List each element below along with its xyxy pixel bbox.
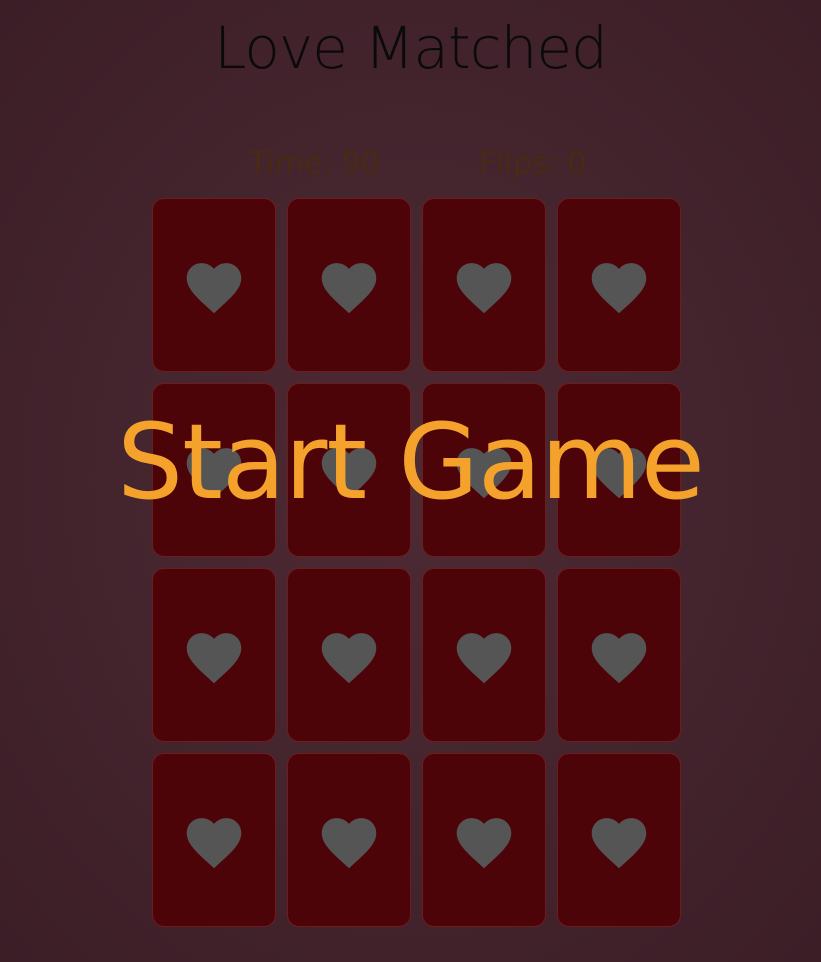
- start-game-label: Start Game: [117, 401, 705, 523]
- start-game-overlay[interactable]: Start Game: [0, 0, 821, 962]
